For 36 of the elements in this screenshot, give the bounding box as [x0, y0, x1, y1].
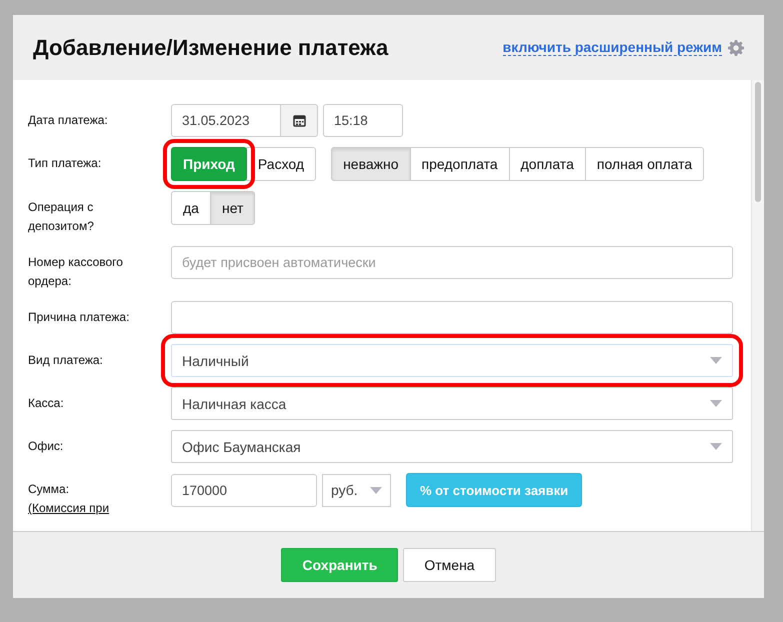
dropdown-caret-icon	[710, 443, 722, 450]
text-field[interactable]	[171, 301, 733, 334]
field-label: Дата платежа:	[28, 112, 109, 129]
field-label: Причина платежа:	[28, 309, 130, 326]
time-field[interactable]: 15:18	[323, 104, 403, 137]
field-label: Сумма:	[28, 481, 70, 498]
toggle-option[interactable]: неважно	[331, 147, 411, 181]
select-field[interactable]: Офис Бауманская	[171, 430, 733, 463]
scrollbar[interactable]	[751, 80, 764, 531]
dropdown-caret-icon	[710, 357, 722, 364]
toggle-option[interactable]: предоплата	[410, 147, 510, 181]
currency-select[interactable]: руб.	[322, 474, 391, 506]
field-label: Тип платежа:	[28, 155, 102, 172]
toggle-option[interactable]: Расход	[246, 147, 316, 181]
dropdown-caret-icon	[710, 400, 722, 407]
dropdown-caret-icon	[370, 486, 382, 494]
toggle-option[interactable]: полная оплата	[584, 147, 704, 181]
field-label: Офис:	[28, 438, 64, 455]
text-field[interactable]: будет присвоен автоматически	[171, 246, 733, 279]
amount-field[interactable]: 170000	[171, 474, 317, 506]
field-label: Касса:	[28, 395, 65, 412]
advanced-mode-link[interactable]: включить расширенный режим	[502, 39, 722, 56]
cancel-button[interactable]: Отмена	[403, 548, 496, 582]
field-label: Номер кассового ордера:	[28, 254, 124, 290]
toggle-option[interactable]: доплата	[508, 147, 586, 181]
commission-link[interactable]: (Комиссия при	[28, 499, 151, 518]
dialog-title: Добавление/Изменение платежа	[33, 34, 388, 60]
toggle-option[interactable]: нет	[210, 191, 256, 225]
field-label: Операция с депозитом?	[28, 199, 95, 235]
settings-icon[interactable]	[728, 40, 744, 56]
date-field[interactable]: 31.05.2023	[171, 104, 281, 137]
field-label: Вид платежа:	[28, 352, 104, 369]
toggle-option[interactable]: да	[171, 191, 211, 225]
calendar-button[interactable]	[281, 104, 318, 137]
select-field[interactable]: Наличная касса	[171, 387, 733, 420]
calendar-icon	[292, 114, 306, 127]
